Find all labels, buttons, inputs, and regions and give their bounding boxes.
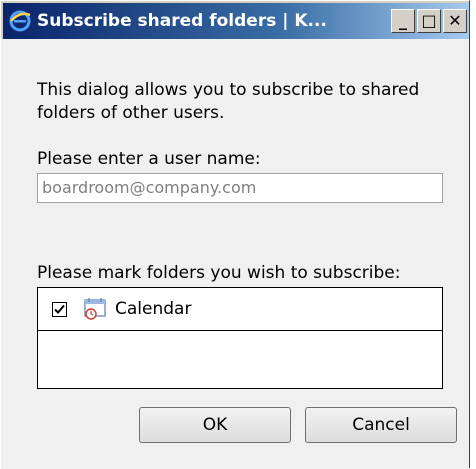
close-icon: ✕ — [448, 11, 462, 30]
browser-icon — [7, 8, 33, 34]
username-label: Please enter a user name: — [37, 149, 261, 169]
calendar-checkbox[interactable] — [52, 301, 67, 317]
dialog-window: Subscribe shared folders | K... _ □ ✕ Th… — [0, 0, 470, 469]
folders-label: Please mark folders you wish to subscrib… — [37, 263, 401, 283]
dialog-description: This dialog allows you to subscribe to s… — [37, 80, 420, 123]
cancel-button[interactable]: Cancel — [305, 407, 457, 443]
maximize-button[interactable]: □ — [417, 9, 441, 33]
username-input[interactable]: boardroom@company.com — [37, 173, 443, 203]
dialog-body: This dialog allows you to subscribe to s… — [1, 39, 469, 469]
calendar-icon — [84, 298, 106, 320]
folder-name: Calendar — [115, 299, 192, 319]
title-bar[interactable]: Subscribe shared folders | K... _ □ ✕ — [3, 3, 469, 39]
maximize-icon: □ — [421, 11, 437, 30]
window-controls: _ □ ✕ — [391, 9, 467, 33]
minimize-icon: _ — [399, 11, 407, 30]
close-button[interactable]: ✕ — [443, 9, 467, 33]
ok-button[interactable]: OK — [139, 407, 291, 443]
window-title: Subscribe shared folders | K... — [37, 11, 327, 31]
checkmark-icon — [54, 304, 65, 314]
minimize-button[interactable]: _ — [391, 9, 415, 33]
folder-list[interactable]: Calendar — [37, 287, 443, 389]
folder-row-calendar[interactable]: Calendar — [38, 288, 442, 331]
